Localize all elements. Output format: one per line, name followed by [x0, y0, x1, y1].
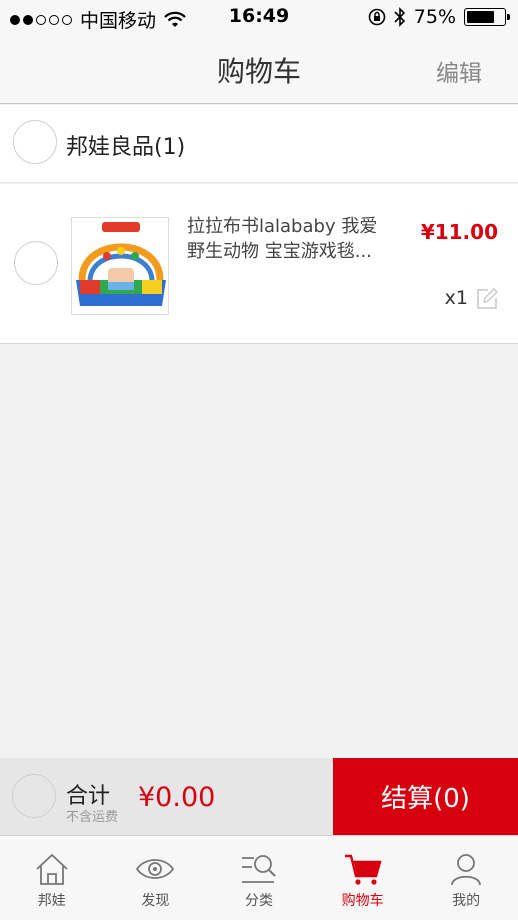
edit-icon[interactable]: [476, 288, 498, 310]
navigation-bar: 购物车 编辑: [0, 34, 518, 104]
battery-percent: 75%: [413, 6, 456, 28]
tab-category[interactable]: 分类: [207, 836, 311, 920]
tab-label: 我的: [452, 893, 481, 909]
shop-select-checkbox[interactable]: [13, 120, 57, 164]
tab-cart[interactable]: 购物车: [311, 836, 415, 920]
eye-icon: [136, 859, 175, 879]
checkout-button[interactable]: 结算(0): [333, 758, 518, 835]
status-bar-right: 75%: [368, 6, 510, 28]
tab-label: 分类: [244, 893, 273, 909]
cart-icon: [344, 854, 382, 885]
cart-item: 拉拉布书lalababy 我爱野生动物 宝宝游戏毯... ¥11.00 x1: [0, 184, 518, 344]
tab-label: 购物车: [341, 893, 384, 909]
item-price: ¥11.00: [420, 220, 498, 244]
status-bar: 中国移动 16:49 75%: [0, 0, 518, 34]
user-icon: [451, 854, 482, 886]
home-icon: [36, 853, 68, 885]
item-select-checkbox[interactable]: [14, 241, 58, 285]
shop-name[interactable]: 邦娃良品(1): [66, 129, 185, 161]
tab-me[interactable]: 我的: [414, 836, 518, 920]
play-mat-product-image[interactable]: [71, 217, 169, 315]
tab-label: 邦娃: [37, 893, 66, 909]
tab-discover[interactable]: 发现: [104, 836, 208, 920]
rotation-lock-icon: [368, 8, 386, 26]
tab-bar: 邦娃 发现 分类 购物车 我的: [0, 835, 518, 920]
shop-header: 邦娃良品(1): [0, 105, 518, 183]
bluetooth-icon: [394, 7, 405, 27]
summary-left: 合计 不含运费 ¥0.00: [0, 758, 333, 835]
summary-bar: 合计 不含运费 ¥0.00 结算(0): [0, 758, 518, 835]
item-title[interactable]: 拉拉布书lalababy 我爱野生动物 宝宝游戏毯...: [187, 214, 387, 264]
edit-button[interactable]: 编辑: [436, 54, 482, 88]
tab-home[interactable]: 邦娃: [0, 836, 104, 920]
category-search-icon: [241, 855, 276, 883]
select-all-checkbox[interactable]: [12, 774, 56, 818]
total-amount: ¥0.00: [138, 782, 216, 813]
battery-icon: [464, 8, 510, 26]
tab-label: 发现: [141, 893, 170, 909]
item-quantity: x1: [444, 287, 468, 309]
shipping-note: 不含运费: [66, 810, 119, 825]
